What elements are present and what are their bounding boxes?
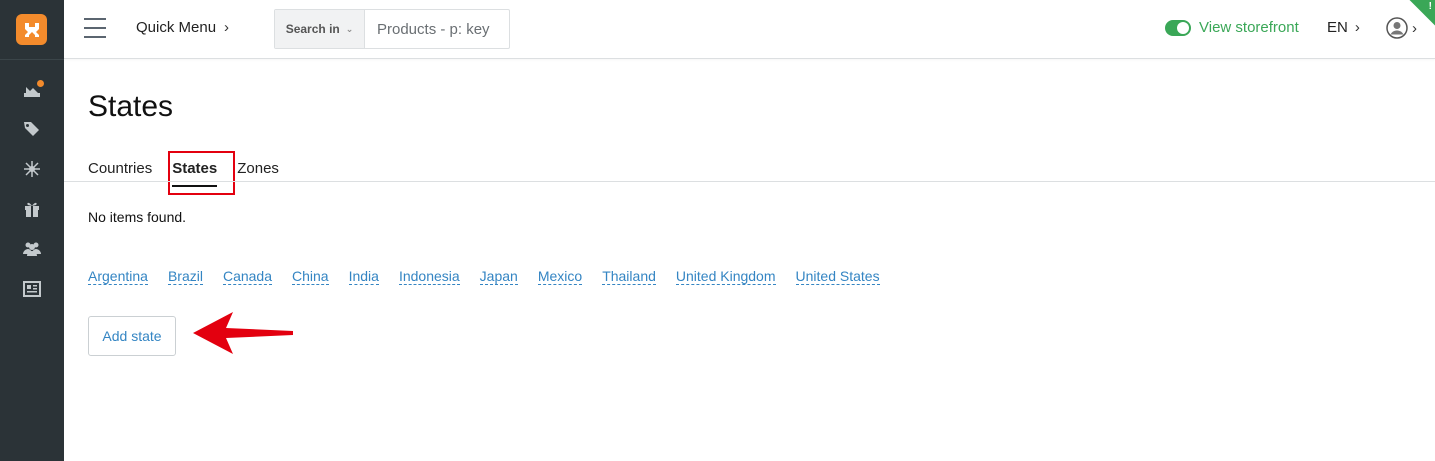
country-link-thailand[interactable]: Thailand bbox=[602, 268, 656, 285]
red-arrow-annotation-icon bbox=[193, 312, 293, 354]
country-link-united-kingdom[interactable]: United Kingdom bbox=[675, 268, 776, 285]
country-link-argentina[interactable]: Argentina bbox=[88, 268, 148, 285]
hamburger-menu-icon[interactable] bbox=[84, 18, 106, 38]
network-icon[interactable] bbox=[21, 158, 43, 180]
search-in-dropdown[interactable]: Search in ⌄ bbox=[275, 10, 365, 48]
country-link-indonesia[interactable]: Indonesia bbox=[398, 268, 460, 285]
country-link-brazil[interactable]: Brazil bbox=[167, 268, 203, 285]
country-link-india[interactable]: India bbox=[348, 268, 379, 285]
topbar: Quick Menu › Search in ⌄ View storefront… bbox=[64, 0, 1435, 59]
quick-menu-button[interactable]: Quick Menu › bbox=[136, 19, 229, 36]
page-title: States bbox=[88, 90, 174, 123]
add-state-button[interactable]: Add state bbox=[88, 316, 176, 356]
sidebar-divider bbox=[0, 59, 64, 60]
highlight-box bbox=[168, 151, 235, 195]
notice-corner-icon[interactable]: ! bbox=[1399, 0, 1435, 36]
view-storefront-link[interactable]: View storefront bbox=[1165, 19, 1299, 36]
quick-menu-label: Quick Menu bbox=[136, 19, 217, 36]
country-filter-list: Argentina Brazil Canada China India Indo… bbox=[88, 268, 880, 285]
chevron-right-icon: › bbox=[224, 19, 230, 36]
language-selector[interactable]: EN › bbox=[1327, 19, 1360, 36]
news-icon[interactable] bbox=[21, 278, 43, 300]
country-link-united-states[interactable]: United States bbox=[795, 268, 880, 285]
notification-dot-icon bbox=[37, 80, 44, 87]
logo-icon[interactable] bbox=[16, 14, 47, 45]
view-storefront-label: View storefront bbox=[1199, 19, 1299, 36]
country-link-mexico[interactable]: Mexico bbox=[537, 268, 583, 285]
search-box: Search in ⌄ bbox=[274, 9, 510, 49]
search-input[interactable] bbox=[365, 10, 509, 48]
gift-icon[interactable] bbox=[21, 198, 43, 220]
sidebar bbox=[0, 0, 64, 461]
tags-icon[interactable] bbox=[21, 118, 43, 140]
language-label: EN bbox=[1327, 19, 1348, 36]
country-link-japan[interactable]: Japan bbox=[479, 268, 518, 285]
chevron-right-icon: › bbox=[1354, 19, 1360, 36]
storefront-toggle[interactable] bbox=[1165, 19, 1191, 36]
country-link-china[interactable]: China bbox=[292, 268, 329, 285]
chevron-down-icon: ⌄ bbox=[345, 23, 354, 34]
country-link-canada[interactable]: Canada bbox=[222, 268, 272, 285]
search-in-label: Search in bbox=[285, 22, 340, 36]
empty-message: No items found. bbox=[88, 209, 187, 225]
users-icon[interactable] bbox=[21, 238, 43, 260]
tabs-divider bbox=[64, 181, 1435, 182]
